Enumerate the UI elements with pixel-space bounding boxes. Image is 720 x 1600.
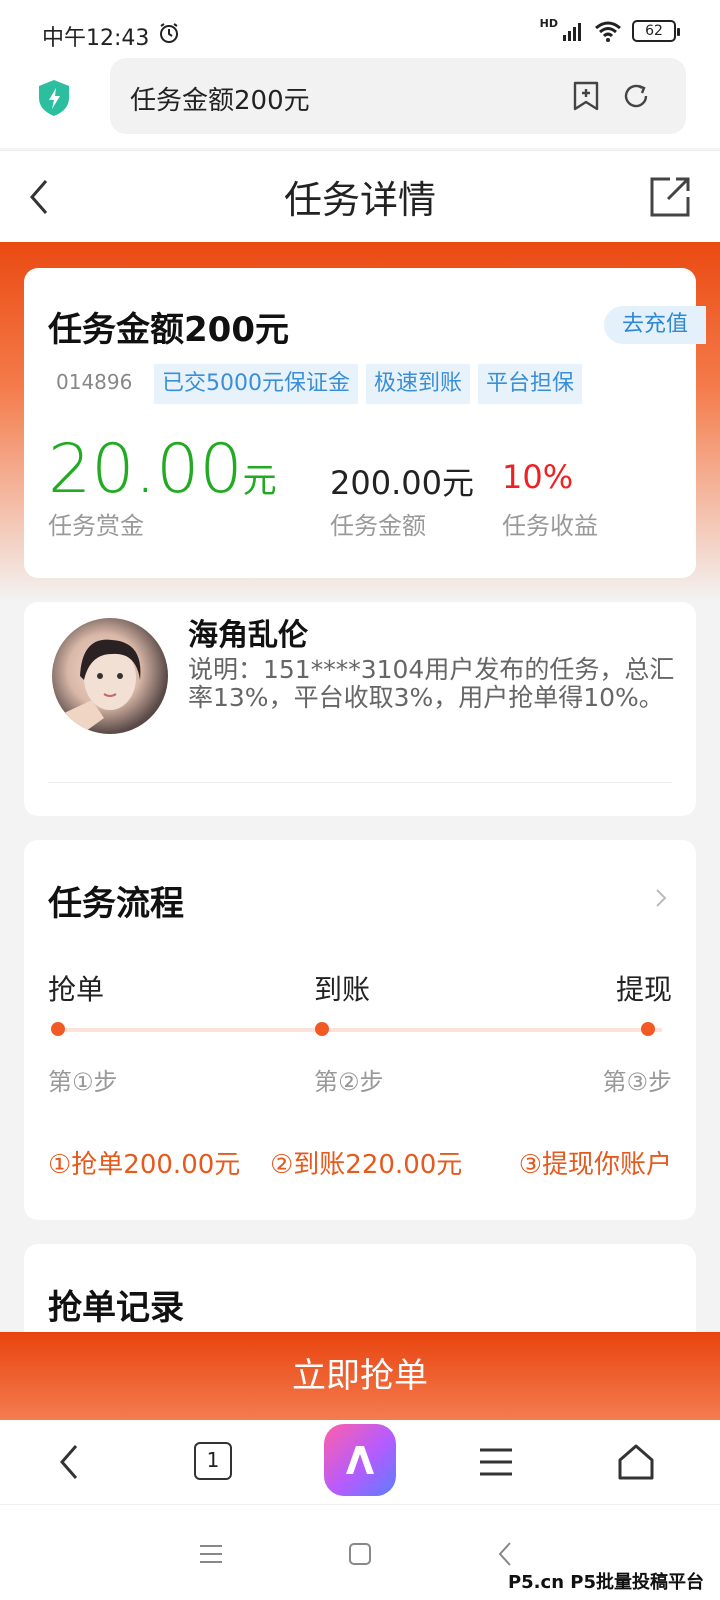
tag-fast-payout: 极速到账 xyxy=(366,364,471,404)
recharge-button[interactable]: 去充值 xyxy=(603,306,706,344)
task-tags: 已交5000元保证金 极速到账 平台担保 xyxy=(154,364,583,404)
url-field[interactable]: 任务金额200元 xyxy=(110,58,686,134)
publisher-card: 海角乱伦 说明：151****3104用户发布的任务，总汇率13%，平台收取3%… xyxy=(24,602,696,816)
bookmark-add-icon[interactable] xyxy=(570,80,602,112)
publisher-description: 说明：151****3104用户发布的任务，总汇率13%，平台收取3%，用户抢单… xyxy=(188,655,675,712)
bounty-amount: 20.00元 xyxy=(48,430,277,509)
records-title: 抢单记录 xyxy=(48,1288,184,1328)
hd-label: HD xyxy=(539,16,558,30)
step-desc-2: ②到账220.00元 xyxy=(270,1150,463,1180)
browser-back-icon[interactable] xyxy=(48,1440,92,1484)
tabs-button[interactable]: 1 xyxy=(194,1442,232,1480)
process-track xyxy=(58,1028,662,1032)
step-desc-1: ①抢单200.00元 xyxy=(48,1150,241,1180)
task-title: 任务金额200元 xyxy=(48,310,289,350)
avatar xyxy=(52,618,168,734)
alarm-icon xyxy=(160,23,178,43)
app-center-button[interactable] xyxy=(324,1424,396,1496)
step-label-1: 第①步 xyxy=(48,1068,118,1096)
system-home-icon[interactable] xyxy=(345,1539,375,1569)
wifi-icon xyxy=(595,21,621,42)
task-summary-card: 任务金额200元 去充值 014896 已交5000元保证金 极速到账 平台担保… xyxy=(24,268,706,578)
grab-order-button[interactable]: 立即抢单 xyxy=(0,1332,720,1420)
share-icon[interactable] xyxy=(648,175,692,219)
security-shield-icon[interactable] xyxy=(36,78,72,118)
tag-deposit: 已交5000元保证金 xyxy=(154,364,358,404)
signal-icon xyxy=(563,23,581,41)
step-dot-2 xyxy=(315,1022,329,1036)
publisher-name: 海角乱伦 xyxy=(188,618,308,653)
bounty-value: 20.00 xyxy=(48,430,243,509)
watermark: P5.cn P5批量投稿平台 xyxy=(507,1572,704,1593)
battery-icon: 62 xyxy=(632,20,680,42)
task-id: 014896 xyxy=(56,370,133,394)
browser-address-bar: 任务金额200元 xyxy=(0,56,720,148)
process-title: 任务流程 xyxy=(48,884,184,924)
tab-count: 1 xyxy=(206,1448,220,1472)
menu-icon[interactable] xyxy=(474,1440,518,1484)
avatar-portrait-icon xyxy=(58,639,141,734)
step-label-3: 第③步 xyxy=(602,1068,672,1096)
status-time: 中午12:43 xyxy=(42,26,150,51)
step-name-2: 到账 xyxy=(314,973,371,1006)
page-header: 任务详情 xyxy=(0,150,720,242)
url-text: 任务金额200元 xyxy=(130,86,310,116)
step-name-3: 提现 xyxy=(615,973,672,1006)
task-amount-value: 200.00元 xyxy=(330,464,474,502)
bounty-unit: 元 xyxy=(242,461,277,501)
chevron-right-icon[interactable] xyxy=(652,886,670,910)
bounty-label: 任务赏金 xyxy=(48,512,144,540)
app-logo-icon xyxy=(346,1446,374,1474)
step-name-1: 抢单 xyxy=(48,973,105,1006)
page-title: 任务详情 xyxy=(283,178,436,222)
system-navigation-bar: P5.cn P5批量投稿平台 xyxy=(0,1504,720,1600)
task-amount-label: 任务金额 xyxy=(330,512,426,540)
recent-apps-icon[interactable] xyxy=(196,1539,226,1569)
browser-toolbar: 1 xyxy=(0,1420,720,1504)
divider xyxy=(48,782,672,783)
refresh-icon[interactable] xyxy=(620,80,652,112)
task-return-value: 10% xyxy=(502,458,574,496)
system-back-icon[interactable] xyxy=(490,1539,520,1569)
tag-platform-guarantee: 平台担保 xyxy=(478,364,583,404)
step-label-2: 第②步 xyxy=(314,1068,384,1096)
status-bar: 中午12:43 HD 62 xyxy=(0,0,720,56)
battery-level: 62 xyxy=(645,23,663,39)
home-icon[interactable] xyxy=(614,1440,658,1484)
step-dot-3 xyxy=(641,1022,655,1036)
step-dot-1 xyxy=(51,1022,65,1036)
task-return-label: 任务收益 xyxy=(502,512,598,540)
task-process-card[interactable]: 任务流程 抢单 到账 提现 第①步 第②步 第③步 ①抢单200.00元 ②到账… xyxy=(24,840,696,1220)
step-desc-3: ③提现你账户 xyxy=(518,1150,672,1180)
